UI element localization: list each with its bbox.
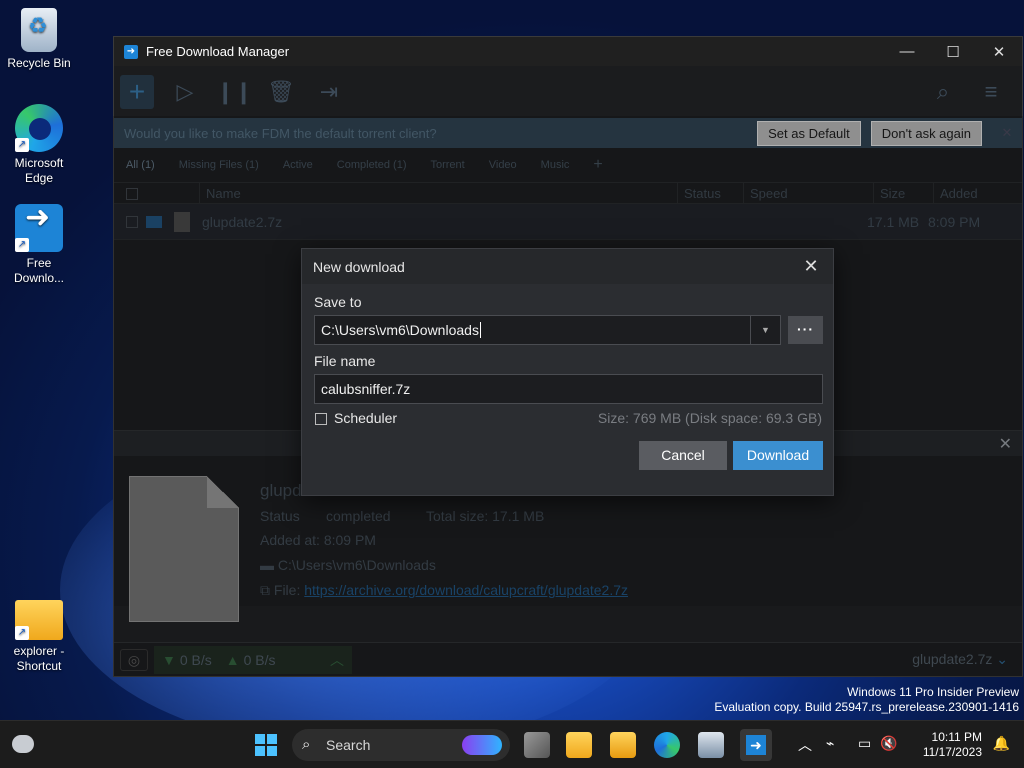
- chevron-down-icon[interactable]: ▼: [750, 316, 780, 344]
- minimize-icon[interactable]: —: [884, 43, 930, 60]
- search-icon: ⌕: [302, 736, 311, 753]
- volume-muted-icon[interactable]: 🔇: [880, 735, 897, 752]
- desktop-icon-edge[interactable]: ↗ Microsoft Edge: [1, 104, 77, 186]
- desktop-icon-recycle-bin[interactable]: Recycle Bin: [1, 8, 77, 71]
- display-icon[interactable]: ▭: [858, 735, 871, 752]
- start-button[interactable]: [255, 734, 277, 756]
- save-to-label: Save to: [314, 294, 362, 310]
- clock[interactable]: 10:11 PM 11/17/2023: [923, 730, 982, 760]
- edge-icon: ↗: [15, 104, 63, 152]
- play-icon[interactable]: ▷: [168, 75, 202, 109]
- menu-icon[interactable]: ≡: [974, 75, 1008, 109]
- title-bar: ➜ Free Download Manager — ☐ ✕: [114, 37, 1022, 66]
- pause-icon[interactable]: ❙❙: [216, 75, 253, 109]
- add-download-button[interactable]: +: [120, 75, 154, 109]
- chevron-up-icon[interactable]: ︿: [798, 735, 812, 755]
- window-title: Free Download Manager: [146, 44, 290, 59]
- maximize-icon[interactable]: ☐: [930, 43, 976, 61]
- size-info: Size: 769 MB (Disk space: 69.3 GB): [597, 410, 822, 426]
- task-view-icon[interactable]: [524, 732, 550, 758]
- browse-button[interactable]: ···: [788, 316, 823, 344]
- scheduler-checkbox[interactable]: [315, 413, 327, 425]
- save-to-input[interactable]: C:\Users\vm6\Downloads ▼: [314, 315, 781, 345]
- taskbar: ⌕ Search ➜ ︿ ⌁ ▭ 🔇 10:11 PM 11/17/2023 🔔: [0, 720, 1024, 768]
- search-icon[interactable]: ⌕: [926, 75, 960, 109]
- desktop-icon-label: Microsoft Edge: [14, 156, 64, 185]
- scheduler-label[interactable]: Scheduler: [334, 410, 397, 426]
- search-box[interactable]: ⌕ Search: [292, 729, 510, 761]
- network-icon[interactable]: ⌁: [826, 735, 834, 752]
- windows-watermark: Windows 11 Pro Insider Preview Evaluatio…: [714, 685, 1019, 714]
- folder-icon: ↗: [15, 600, 63, 640]
- file-name-label: File name: [314, 353, 376, 369]
- dialog-close-icon[interactable]: ✕: [789, 256, 833, 277]
- copilot-icon: [462, 735, 502, 755]
- recycle-bin-icon: [21, 8, 57, 52]
- desktop-icon-label: explorer - Shortcut: [13, 644, 65, 673]
- fdm-taskbar-icon[interactable]: ➜: [740, 729, 772, 761]
- resource-monitor-icon[interactable]: [698, 732, 724, 758]
- desktop-icon-label: Recycle Bin: [7, 56, 71, 70]
- file-name-input[interactable]: calubsniffer.7z: [314, 374, 823, 404]
- dialog-title: New download: [313, 258, 405, 275]
- close-icon[interactable]: ✕: [976, 43, 1022, 61]
- cancel-button[interactable]: Cancel: [639, 441, 727, 470]
- folder-icon[interactable]: [610, 732, 636, 758]
- notification-bell-icon[interactable]: 🔔: [993, 735, 1010, 752]
- desktop-icon-fdm[interactable]: ↗ Free Downlo...: [1, 204, 77, 286]
- desktop-icon-explorer[interactable]: ↗ explorer - Shortcut: [1, 594, 77, 674]
- download-button[interactable]: Download: [733, 441, 823, 470]
- file-explorer-icon[interactable]: [566, 732, 592, 758]
- new-download-dialog: New download ✕ Save to C:\Users\vm6\Down…: [301, 248, 834, 496]
- delete-icon[interactable]: 🗑: [264, 75, 298, 109]
- move-folder-icon[interactable]: ⇥: [312, 75, 346, 109]
- fdm-logo-icon: ➜: [124, 44, 138, 59]
- edge-icon[interactable]: [654, 732, 680, 758]
- fdm-icon: ↗: [15, 204, 63, 252]
- weather-icon[interactable]: [12, 735, 34, 753]
- dialog-header: New download ✕: [302, 249, 833, 284]
- toolbar: + ▷ ❙❙ 🗑 ⇥ ⌕ ≡: [114, 66, 1022, 118]
- desktop-icon-label: Free Downlo...: [13, 256, 65, 285]
- system-tray: ︿ ⌁ ▭ 🔇 10:11 PM 11/17/2023 🔔: [784, 721, 1024, 768]
